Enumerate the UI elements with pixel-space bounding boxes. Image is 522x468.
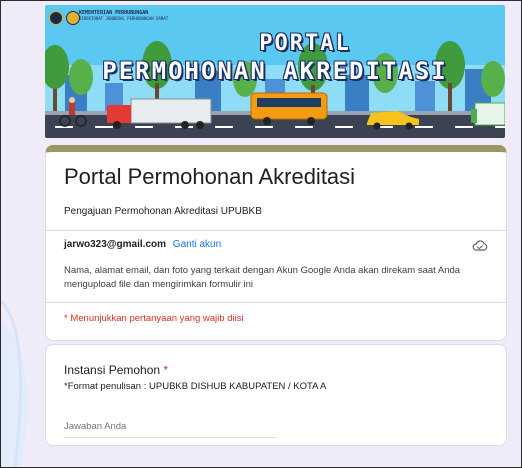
ministry-logos	[49, 11, 80, 25]
cloud-icon	[472, 240, 488, 251]
divider	[46, 230, 506, 231]
question-card: Instansi Pemohon * *Format penulisan : U…	[45, 344, 507, 446]
divider	[46, 302, 506, 303]
ministry-text: KEMENTERIAN PERHUBUNGAN DIREKTORAT JENDE…	[79, 10, 168, 22]
browser-frame: KEMENTERIAN PERHUBUNGAN DIREKTORAT JENDE…	[0, 0, 522, 468]
question-help: *Format penulisan : UPUBKB DISHUB KABUPA…	[64, 381, 327, 392]
question-title-text: Instansi Pemohon	[64, 363, 161, 377]
account-row: jarwo323@gmail.com Ganti akun	[64, 239, 221, 250]
required-note: * Menunjukkan pertanyaan yang wajib diis…	[64, 313, 244, 324]
form-description: Pengajuan Permohonan Akreditasi UPUBKB	[64, 206, 262, 217]
banner-title-line1: PORTAL	[259, 31, 351, 56]
required-mark: *	[163, 363, 169, 377]
privacy-note: Nama, alamat email, dan foto yang terkai…	[64, 265, 461, 290]
banner-title-line2: PERMOHONAN AKREDITASI	[102, 57, 448, 85]
ministry-line2: DIREKTORAT JENDERAL PERHUBUNGAN DARAT	[79, 16, 169, 21]
answer-input[interactable]	[64, 415, 276, 438]
header-banner: KEMENTERIAN PERHUBUNGAN DIREKTORAT JENDE…	[45, 5, 505, 138]
logo-icon	[49, 11, 63, 25]
question-title: Instansi Pemohon *	[64, 363, 168, 377]
switch-account-link[interactable]: Ganti akun	[173, 239, 221, 250]
emblem-icon	[66, 11, 80, 25]
form-title: Portal Permohonan Akreditasi	[64, 164, 356, 189]
form-header-card: Portal Permohonan Akreditasi Pengajuan P…	[45, 145, 507, 341]
account-email: jarwo323@gmail.com	[64, 239, 167, 250]
